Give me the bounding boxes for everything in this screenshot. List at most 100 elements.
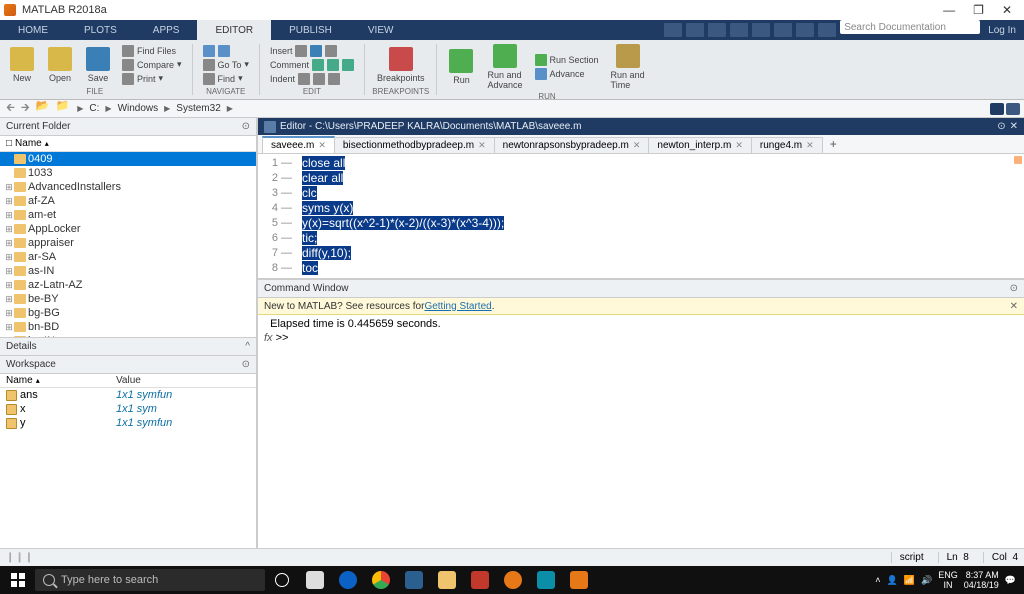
tab-close-icon[interactable]: ✕ — [478, 140, 486, 151]
close-button[interactable]: ✕ — [1002, 3, 1012, 17]
banner-close-icon[interactable]: ✕ — [1010, 301, 1018, 312]
chrome-icon[interactable] — [365, 566, 397, 594]
editor-tab[interactable]: newton_interp.m✕ — [648, 137, 751, 153]
app-icon[interactable] — [530, 566, 562, 594]
folder-item[interactable]: ⊞am-et — [0, 208, 256, 222]
login-button[interactable]: Log In — [980, 20, 1024, 40]
qat-btn[interactable] — [774, 23, 792, 37]
current-folder-header[interactable]: Current Folder⊙ — [0, 118, 256, 136]
compare-button[interactable]: Compare ▾ — [122, 59, 182, 71]
print-button[interactable]: Print ▾ — [122, 73, 163, 85]
run-time-button[interactable]: Run and Time — [605, 42, 651, 92]
tab-view[interactable]: VIEW — [350, 20, 412, 40]
editor-tab[interactable]: newtonrapsonsbypradeep.m✕ — [494, 137, 650, 153]
ws-col-name[interactable]: Name — [6, 375, 33, 386]
tab-plots[interactable]: PLOTS — [66, 20, 135, 40]
store-icon[interactable] — [398, 566, 430, 594]
edge-icon[interactable] — [332, 566, 364, 594]
qat-btn[interactable] — [664, 23, 682, 37]
tab-close-icon[interactable]: ✕ — [735, 140, 743, 151]
start-button[interactable] — [2, 566, 34, 594]
qat-btn[interactable] — [686, 23, 704, 37]
qat-btn[interactable] — [818, 23, 836, 37]
taskbar-search[interactable]: Type here to search — [35, 569, 265, 591]
folder-item[interactable]: ⊞ar-SA — [0, 250, 256, 264]
code-line[interactable]: clear all — [302, 171, 1008, 186]
goto-button[interactable]: Go To ▾ — [203, 59, 249, 71]
tab-editor[interactable]: EDITOR — [197, 20, 271, 40]
qat-btn[interactable] — [752, 23, 770, 37]
collapse-icon[interactable]: ⊙ — [1010, 283, 1018, 294]
matlab-taskbar-icon[interactable] — [563, 566, 595, 594]
folder-item[interactable]: 1033 — [0, 166, 256, 180]
folder-item[interactable]: ⊞appraiser — [0, 236, 256, 250]
maximize-button[interactable]: ❐ — [973, 3, 984, 17]
nav-history-icon[interactable]: 📁 — [54, 99, 72, 118]
tab-close-icon[interactable]: ✕ — [318, 140, 326, 151]
qat-btn[interactable] — [796, 23, 814, 37]
minimize-button[interactable]: — — [943, 3, 955, 17]
movies-icon[interactable] — [464, 566, 496, 594]
insert-button[interactable]: Insert — [270, 45, 338, 57]
tab-close-icon[interactable]: ✕ — [806, 140, 814, 151]
language-indicator[interactable]: ENGIN — [938, 570, 958, 590]
run-advance-button[interactable]: Run and Advance — [481, 42, 528, 92]
folder-item[interactable]: ⊞AppLocker — [0, 222, 256, 236]
wifi-icon[interactable]: 📶 — [904, 575, 915, 586]
folder-item[interactable]: ⊞as-IN — [0, 264, 256, 278]
getting-started-link[interactable]: Getting Started — [424, 301, 491, 312]
comment-button[interactable]: Comment — [270, 59, 354, 71]
code-line[interactable]: tic; — [302, 231, 1008, 246]
volume-icon[interactable]: 🔊 — [921, 575, 932, 586]
code-line[interactable]: diff(y,10); — [302, 246, 1008, 261]
tab-home[interactable]: HOME — [0, 20, 66, 40]
collapse-icon[interactable]: ⊙ — [242, 121, 250, 132]
editor-tab[interactable]: bisectionmethodbypradeep.m✕ — [334, 137, 495, 153]
folder-item[interactable]: ⊞bn-BD — [0, 320, 256, 334]
folder-item[interactable]: ⊞af-ZA — [0, 194, 256, 208]
nav-up-icon[interactable]: 📂 — [34, 99, 52, 118]
editor-tab[interactable]: runge4.m✕ — [751, 137, 823, 153]
firefox-icon[interactable] — [497, 566, 529, 594]
editor-close-icon[interactable]: ✕ — [1010, 121, 1018, 132]
code-line[interactable]: toc — [302, 261, 1008, 276]
tab-close-icon[interactable]: ✕ — [633, 140, 641, 151]
nav-back-icon[interactable]: 🡰 — [4, 99, 17, 118]
workspace-header[interactable]: Workspace⊙ — [0, 356, 256, 374]
search-path-icon[interactable] — [1006, 103, 1020, 115]
code-line[interactable]: syms y(x) — [302, 201, 1008, 216]
run-button[interactable]: Run — [443, 47, 479, 87]
editor-dropdown-icon[interactable]: ⊙ — [997, 121, 1005, 132]
tab-apps[interactable]: APPS — [135, 20, 198, 40]
code-line[interactable]: close all — [302, 156, 1008, 171]
find-button[interactable]: Find ▾ — [203, 73, 243, 85]
details-panel-header[interactable]: Details^ — [0, 338, 256, 356]
folder-item[interactable]: ⊞bg-BG — [0, 306, 256, 320]
command-window-header[interactable]: Command Window⊙ — [258, 280, 1024, 298]
column-header-name[interactable]: □ Name ▴ — [0, 136, 256, 152]
open-button[interactable]: Open — [42, 45, 78, 85]
command-output[interactable]: Elapsed time is 0.445659 seconds. fx >> — [258, 315, 1024, 548]
find-files-button[interactable]: Find Files — [122, 45, 176, 57]
taskview-icon[interactable] — [299, 566, 331, 594]
tab-publish[interactable]: PUBLISH — [271, 20, 350, 40]
tray-expand-icon[interactable]: ˄ — [875, 575, 880, 585]
search-documentation-input[interactable]: Search Documentation — [840, 20, 980, 34]
nav-fwd-icon[interactable]: 🡲 — [19, 99, 32, 118]
add-tab-button[interactable]: + — [822, 135, 845, 153]
clock[interactable]: 8:37 AM04/18/19 — [964, 570, 999, 590]
code-editor[interactable]: 1 —2 —3 —4 —5 —6 —7 —8 — close allclear … — [258, 154, 1024, 280]
breadcrumb[interactable]: C: — [89, 103, 99, 114]
new-button[interactable]: New — [4, 45, 40, 85]
code-line[interactable]: clc — [302, 186, 1008, 201]
expand-icon[interactable]: ^ — [245, 341, 250, 352]
workspace-row[interactable]: y1x1 symfun — [0, 416, 256, 430]
folder-item[interactable]: 0409 — [0, 152, 256, 166]
folder-item[interactable]: ⊞be-BY — [0, 292, 256, 306]
breadcrumb[interactable]: System32 — [176, 103, 220, 114]
workspace-row[interactable]: ans1x1 symfun — [0, 388, 256, 402]
indent-button[interactable]: Indent — [270, 73, 340, 85]
path-action-icon[interactable] — [990, 103, 1004, 115]
cortana-icon[interactable] — [266, 566, 298, 594]
fx-icon[interactable]: fx — [264, 332, 273, 344]
